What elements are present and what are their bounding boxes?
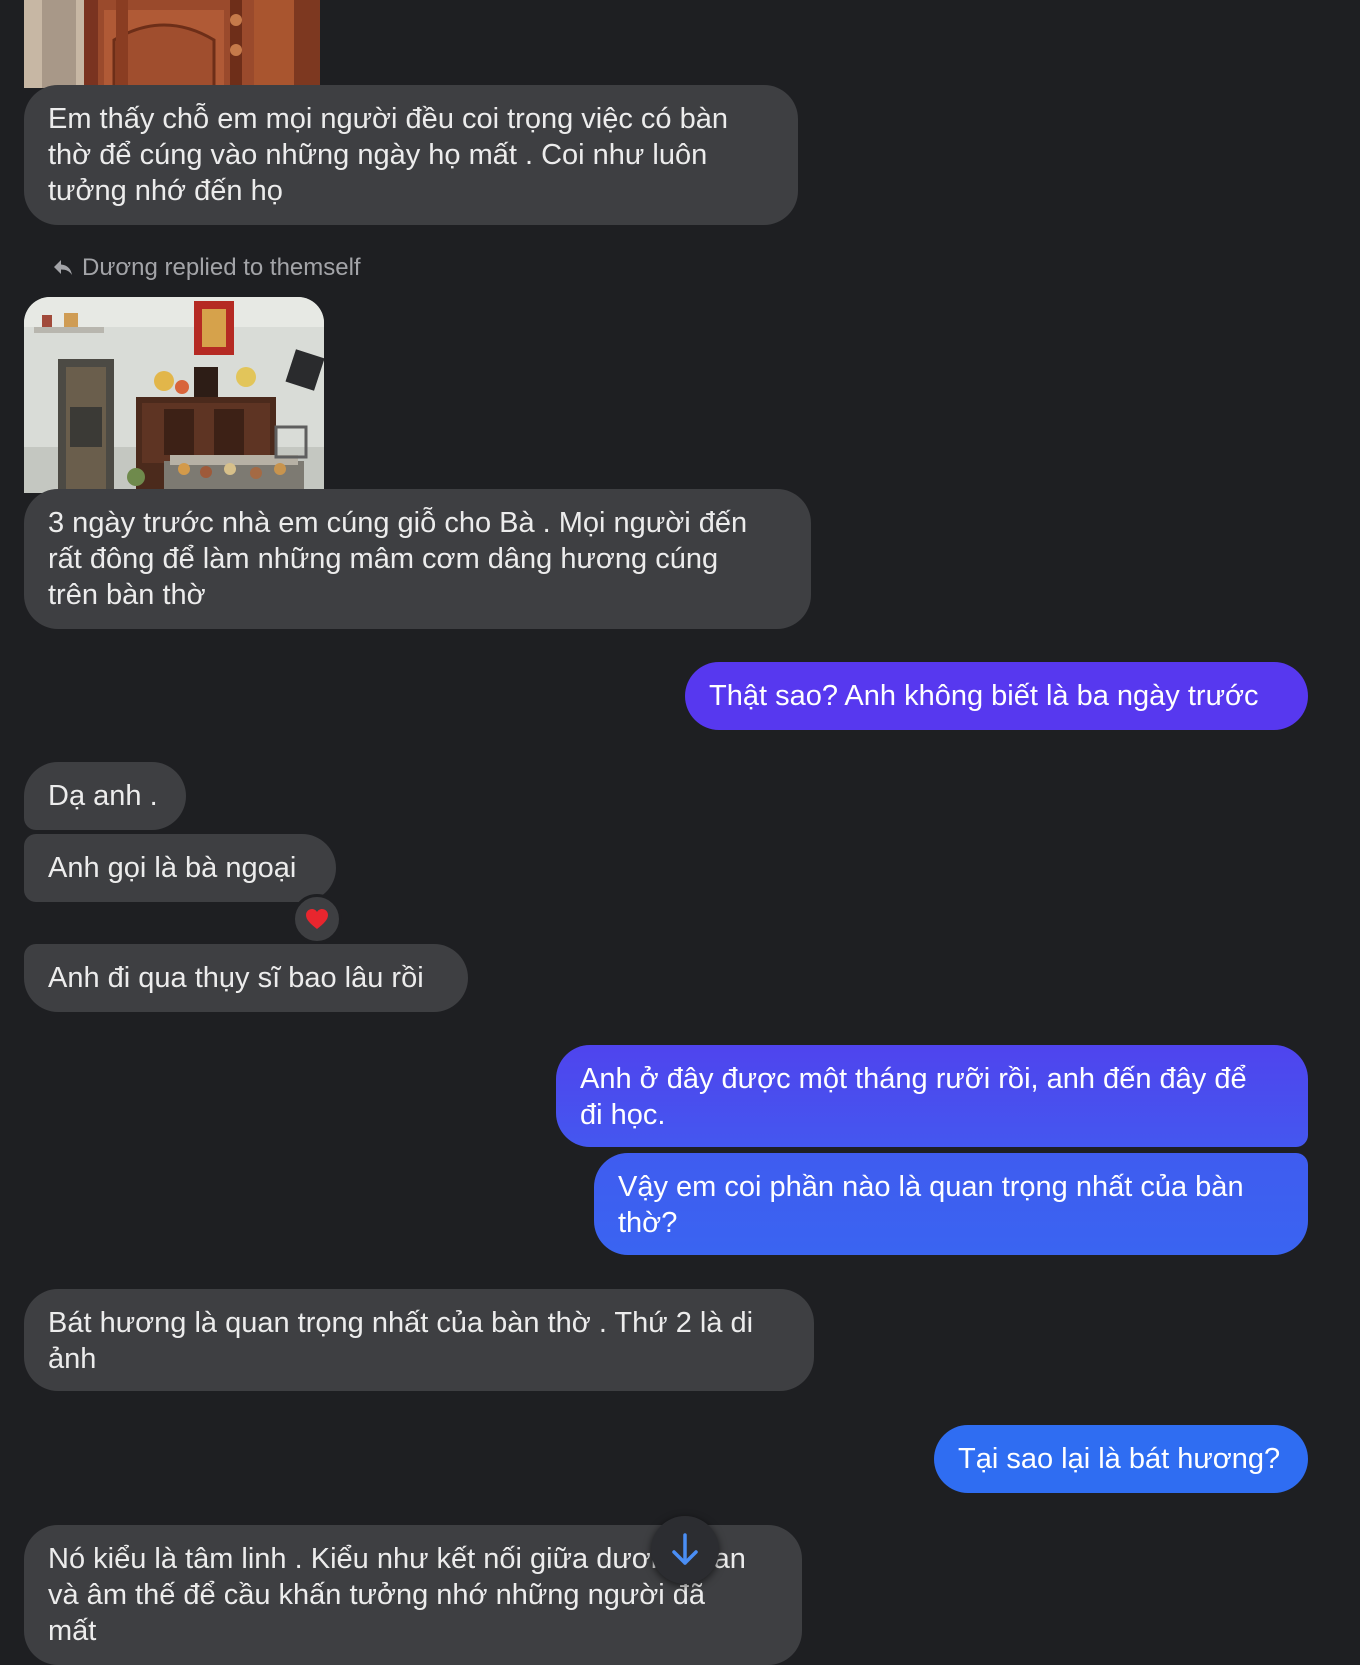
- message-photo-altar-top[interactable]: [24, 0, 320, 88]
- outgoing-message[interactable]: Anh ở đây được một tháng rưỡi rồi, anh đ…: [556, 1045, 1308, 1147]
- incoming-message[interactable]: Dạ anh .: [24, 762, 186, 830]
- outgoing-message[interactable]: Vậy em coi phần nào là quan trọng nhất c…: [594, 1153, 1308, 1255]
- heart-reaction-badge[interactable]: [292, 894, 342, 944]
- incoming-message[interactable]: Bát hương là quan trọng nhất của bàn thờ…: [24, 1289, 814, 1391]
- outgoing-message[interactable]: Tại sao lại là bát hương?: [934, 1425, 1308, 1493]
- outgoing-message[interactable]: Thật sao? Anh không biết là ba ngày trướ…: [685, 662, 1308, 730]
- incoming-message[interactable]: 3 ngày trước nhà em cúng giỗ cho Bà . Mọ…: [24, 489, 811, 629]
- message-photo-altar[interactable]: [24, 297, 324, 493]
- scroll-down-arrow-icon: [669, 1532, 701, 1568]
- incoming-message[interactable]: Em thấy chỗ em mọi người đều coi trọng v…: [24, 85, 798, 225]
- reply-indicator-text: Dương replied to themself: [82, 254, 361, 281]
- incoming-message[interactable]: Anh đi qua thụy sĩ bao lâu rồi: [24, 944, 468, 1012]
- reply-indicator: Dương replied to themself: [52, 254, 361, 282]
- heart-reaction-icon: [305, 908, 329, 930]
- reply-arrow-icon: [52, 258, 74, 278]
- scroll-to-bottom-button[interactable]: [651, 1516, 719, 1584]
- incoming-message[interactable]: Anh gọi là bà ngoại: [24, 834, 336, 902]
